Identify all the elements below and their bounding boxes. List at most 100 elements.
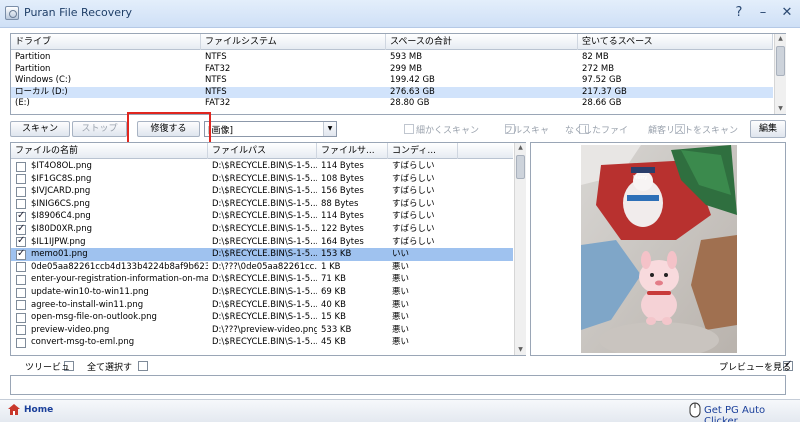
file-name: memo01.png <box>31 249 88 260</box>
scroll-down-icon[interactable]: ▼ <box>775 104 786 114</box>
file-size: 108 Bytes <box>321 173 364 184</box>
file-row[interactable]: preview-video.png D:\???\preview-video.pn… <box>11 324 513 337</box>
file-path: D:\$RECYCLE.BIN\S-1-5... <box>212 249 317 260</box>
file-name: agree-to-install-win11.png <box>31 299 144 310</box>
drive-filesystem: NTFS <box>205 52 227 62</box>
file-condition: すばらしい <box>392 161 435 171</box>
close-button[interactable]: ✕ <box>776 4 798 22</box>
file-size: 533 KB <box>321 324 352 335</box>
file-path: D:\$RECYCLE.BIN\S-1-5... <box>212 287 317 297</box>
file-condition: すばらしい <box>392 211 435 222</box>
drive-total: 276.63 GB <box>390 86 435 97</box>
scroll-down-icon[interactable]: ▼ <box>515 345 526 355</box>
chevron-down-icon[interactable]: ▼ <box>323 122 336 136</box>
drive-list-scrollbar[interactable]: ▲ ▼ <box>774 34 786 114</box>
preview-image: Merry <box>581 145 737 353</box>
file-condition: 悪い <box>392 337 410 348</box>
file-row[interactable]: open-msg-file-on-outlook.png D:\$RECYCLE.… <box>11 311 513 324</box>
app-icon <box>5 6 19 20</box>
drive-free: 272 MB <box>582 63 615 74</box>
file-row[interactable]: $IF1GC8S.png D:\$RECYCLE.BIN\S-1-5... 108 … <box>11 173 513 186</box>
drive-col-filesystem[interactable]: ファイルシステム <box>201 34 386 50</box>
scroll-up-icon[interactable]: ▲ <box>775 34 786 44</box>
file-row[interactable]: $IT4O8OL.png D:\$RECYCLE.BIN\S-1-5... 114 … <box>11 160 513 173</box>
scroll-thumb[interactable] <box>516 155 525 179</box>
file-checkbox[interactable] <box>16 274 26 285</box>
file-size: 71 KB <box>321 274 346 285</box>
scan-button[interactable]: スキャン <box>10 121 70 137</box>
file-row[interactable]: enter-your-registration-information-on-m… <box>11 273 513 286</box>
file-path: D:\$RECYCLE.BIN\S-1-5... <box>212 211 317 222</box>
minimize-button[interactable]: – <box>752 4 774 22</box>
file-condition: 悪い <box>392 312 410 323</box>
home-icon[interactable] <box>8 404 20 415</box>
file-row[interactable]: $I80D0XR.png D:\$RECYCLE.BIN\S-1-5... 122 … <box>11 223 513 236</box>
file-checkbox[interactable] <box>16 300 26 311</box>
file-name: update-win10-to-win11.png <box>31 287 149 297</box>
drive-row[interactable]: ローカル (D:) NTFS 276.63 GB 217.37 GB <box>11 86 773 98</box>
file-size: 153 KB <box>321 249 352 260</box>
file-list-scrollbar[interactable]: ▲ ▼ <box>514 143 526 355</box>
scroll-up-icon[interactable]: ▲ <box>515 143 526 153</box>
file-checkbox[interactable] <box>16 248 26 260</box>
file-name: $IVJCARD.png <box>31 186 91 197</box>
drive-col-total[interactable]: スペースの合計 <box>386 34 578 50</box>
file-checkbox[interactable] <box>16 312 26 323</box>
drive-free: 82 MB <box>582 52 609 62</box>
drive-col-free[interactable]: 空いてるスペース <box>578 34 773 50</box>
file-col-name[interactable]: ファイルの名前 <box>11 143 208 159</box>
home-link[interactable]: Home <box>24 405 53 415</box>
deep-scan-checkbox[interactable] <box>404 124 414 134</box>
file-row[interactable]: $INIG6CS.png D:\$RECYCLE.BIN\S-1-5... 88 B… <box>11 198 513 211</box>
file-row[interactable]: memo01.png D:\$RECYCLE.BIN\S-1-5... 153 KB… <box>11 248 513 261</box>
file-row[interactable]: update-win10-to-win11.png D:\$RECYCLE.BIN… <box>11 286 513 299</box>
select-all-label: 全て選択す <box>87 363 133 373</box>
file-checkbox[interactable] <box>16 287 26 298</box>
file-name: 0de05aa82261ccb4d133b4224b8af9b623151... <box>31 261 208 272</box>
stop-button[interactable]: ストップ <box>72 121 127 137</box>
file-row[interactable]: $I8906C4.png D:\$RECYCLE.BIN\S-1-5... 114 … <box>11 210 513 223</box>
file-checkbox[interactable] <box>16 186 26 197</box>
file-row[interactable]: convert-msg-to-eml.png D:\$RECYCLE.BIN\S-… <box>11 336 513 349</box>
file-row[interactable]: agree-to-install-win11.png D:\$RECYCLE.BI… <box>11 299 513 312</box>
file-checkbox[interactable] <box>16 199 26 210</box>
file-size: 114 Bytes <box>321 161 364 171</box>
drive-col-drive[interactable]: ドライブ <box>11 34 201 50</box>
file-row[interactable]: $IVJCARD.png D:\$RECYCLE.BIN\S-1-5... 156 … <box>11 185 513 198</box>
file-checkbox[interactable] <box>16 174 26 185</box>
file-checkbox[interactable] <box>16 161 26 172</box>
file-checkbox[interactable] <box>16 337 26 348</box>
drive-row[interactable]: Windows (C:) NTFS 199.42 GB 97.52 GB <box>11 75 773 87</box>
status-bar <box>0 399 800 422</box>
window-title: Puran File Recovery <box>24 6 133 19</box>
drive-row[interactable]: Partition NTFS 593 MB 82 MB <box>11 52 773 64</box>
file-col-size[interactable]: ファイルサ... <box>317 143 388 159</box>
file-checkbox[interactable] <box>16 223 26 235</box>
select-all-checkbox[interactable] <box>138 361 149 371</box>
drive-total: 593 MB <box>390 52 423 62</box>
file-name: enter-your-registration-information-on-m… <box>31 274 208 285</box>
file-row[interactable]: 0de05aa82261ccb4d133b4224b8af9b623151...… <box>11 261 513 274</box>
file-row[interactable]: $IL1IJPW.png D:\$RECYCLE.BIN\S-1-5... 164 … <box>11 235 513 249</box>
file-condition: すばらしい <box>392 224 435 234</box>
file-size: 156 Bytes <box>321 186 364 197</box>
drive-name: Partition <box>15 52 51 62</box>
file-col-condition[interactable]: コンディ... <box>388 143 458 159</box>
scroll-thumb[interactable] <box>776 46 785 76</box>
edit-button[interactable]: 編集 <box>750 120 786 138</box>
file-condition: 悪い <box>392 287 410 297</box>
file-size: 88 Bytes <box>321 198 359 209</box>
help-button[interactable]: ? <box>728 4 750 22</box>
file-checkbox[interactable] <box>16 210 26 222</box>
drive-name: Partition <box>15 63 51 74</box>
drive-row[interactable]: (E:) FAT32 28.80 GB 28.66 GB <box>11 98 773 110</box>
file-checkbox[interactable] <box>16 262 26 273</box>
file-list[interactable]: ファイルの名前 ファイルパス ファイルサ... コンディ... $IT4O8OL… <box>10 142 526 356</box>
drive-list[interactable]: ドライブ ファイルシステム スペースの合計 空いてるスペース Partition… <box>10 33 786 115</box>
filter-dropdown[interactable]: [画像] ▼ <box>204 121 337 137</box>
file-checkbox[interactable] <box>16 325 26 336</box>
promo-link[interactable]: Get PG Auto Clicker <box>704 405 800 422</box>
file-checkbox[interactable] <box>16 235 26 248</box>
file-col-path[interactable]: ファイルパス <box>208 143 317 159</box>
drive-row[interactable]: Partition FAT32 299 MB 272 MB <box>11 64 773 76</box>
